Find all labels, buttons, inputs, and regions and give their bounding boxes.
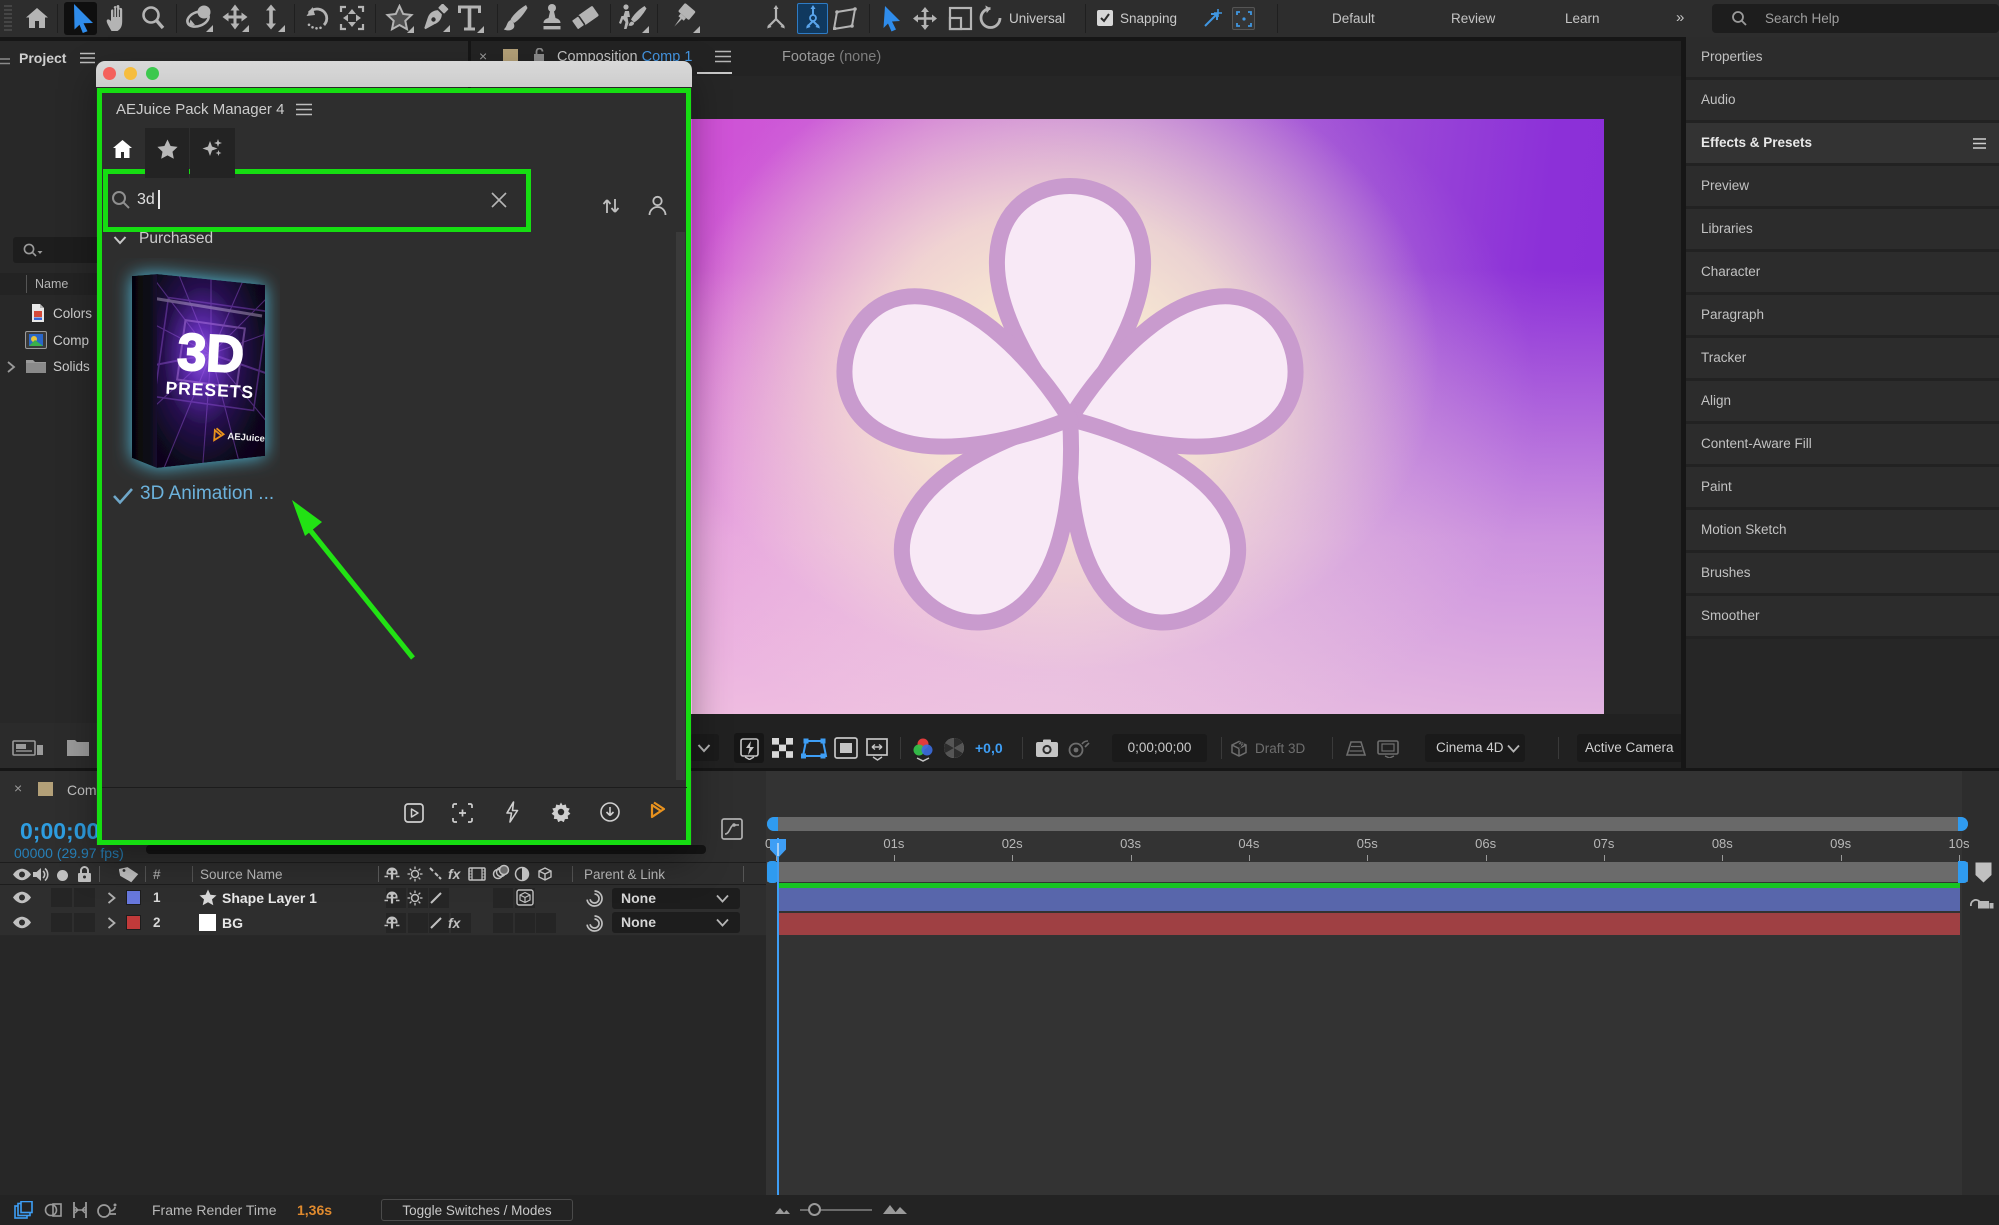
svg-text:fx: fx xyxy=(448,866,462,882)
svg-text:fx: fx xyxy=(448,915,462,931)
svg-text:3D: 3D xyxy=(176,323,245,384)
